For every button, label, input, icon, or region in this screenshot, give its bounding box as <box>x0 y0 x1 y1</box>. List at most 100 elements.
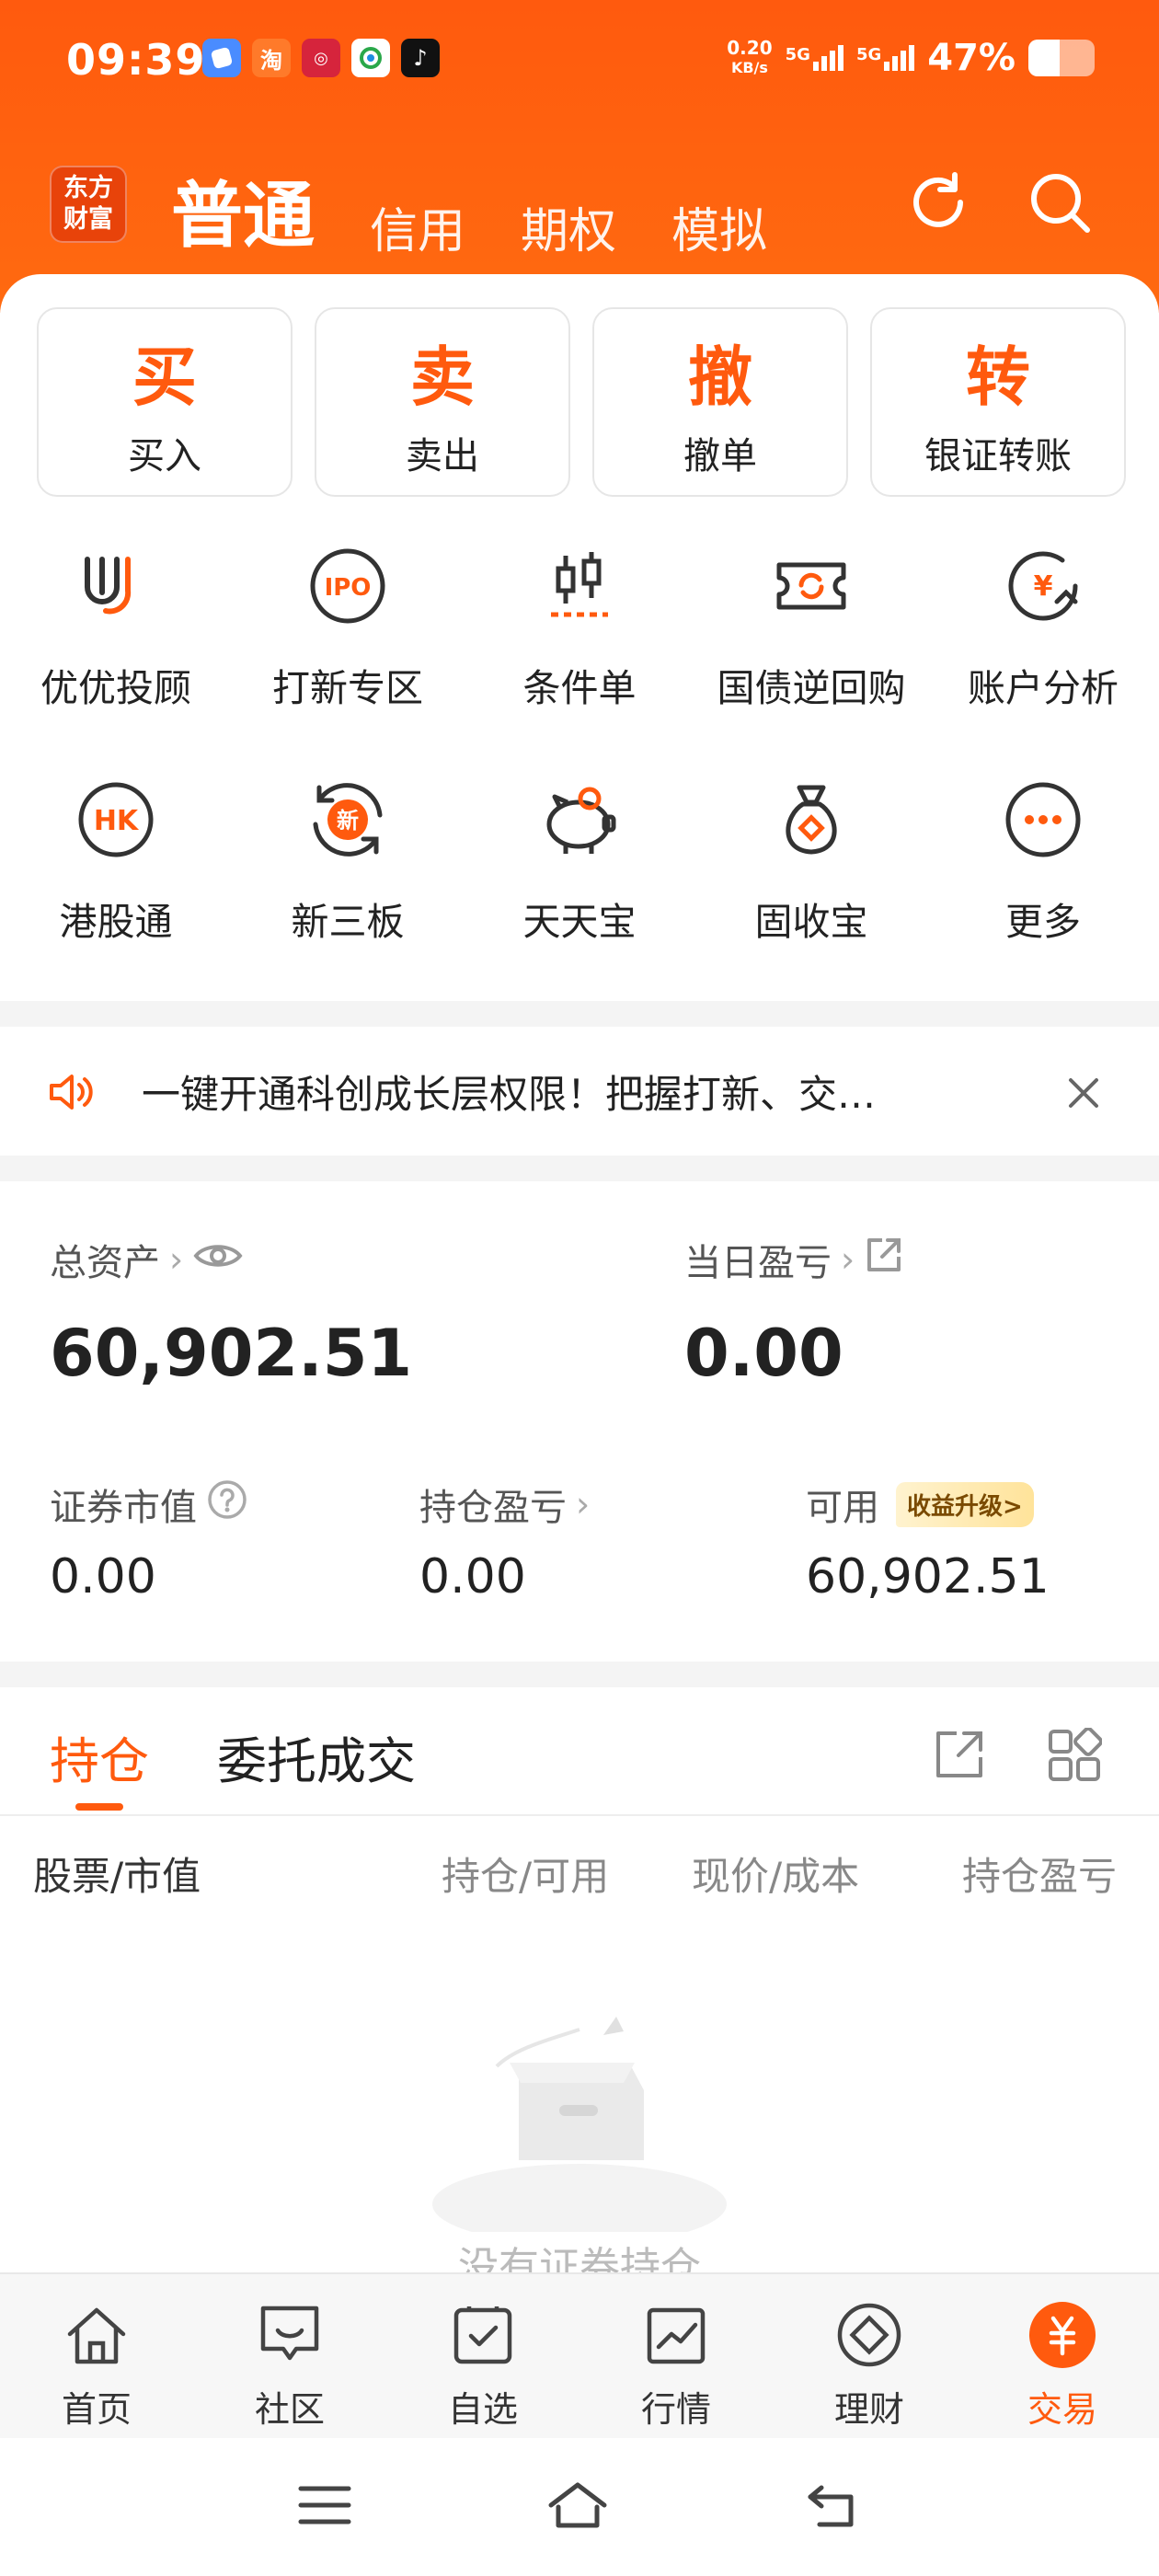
refresh-icon[interactable] <box>901 166 975 239</box>
cancel-order-label: 撤单 <box>683 434 757 477</box>
tiktok-notification-icon: ♪ <box>401 39 440 77</box>
search-icon[interactable] <box>1023 166 1096 239</box>
shortcut-uu-advisor[interactable]: 优优投顾 <box>0 528 232 762</box>
tab-positions[interactable]: 持仓 <box>50 1720 149 1793</box>
divider <box>0 1814 1159 1816</box>
shortcut-gushoubao[interactable]: 固收宝 <box>695 762 927 995</box>
shortcut-ipo-zone[interactable]: IPO 打新专区 <box>232 528 464 762</box>
shortcut-label: 国债逆回购 <box>717 666 906 710</box>
buy-label: 买入 <box>128 434 201 477</box>
column-price-cost: 现价/成本 <box>692 1854 860 1899</box>
position-pl-value: 0.00 <box>419 1549 526 1604</box>
shortcut-label: 条件单 <box>522 666 637 710</box>
shortcut-account-analysis[interactable]: ¥ 账户分析 <box>927 528 1159 762</box>
help-icon[interactable] <box>206 1478 248 1530</box>
cancel-order-button[interactable]: 撤 撤单 <box>592 307 848 497</box>
buy-glyph: 买 <box>132 339 197 415</box>
shortcut-label: 优优投顾 <box>40 666 191 710</box>
eye-icon[interactable] <box>192 1238 244 1281</box>
buy-button[interactable]: 买 买入 <box>37 307 293 497</box>
more-icon <box>993 769 1094 870</box>
share-icon[interactable] <box>864 1235 904 1284</box>
notice-text: 一键开通科创成长层权限！把握打新、交… <box>142 1071 877 1117</box>
network-type-2: 5G <box>855 45 882 64</box>
available-label: 可用 <box>806 1487 879 1529</box>
export-icon[interactable] <box>933 1728 986 1785</box>
bank-transfer-button[interactable]: 转 银证转账 <box>870 307 1126 497</box>
taobao-notification-icon: 淘 <box>252 39 291 77</box>
network-type-1: 5G <box>785 45 810 64</box>
total-assets-value: 60,902.51 <box>50 1316 413 1391</box>
signal-icon-1: 5G <box>786 45 843 71</box>
eastmoney-logo: 东方 财富 <box>50 166 127 243</box>
nav-watchlist[interactable]: 自选 <box>386 2274 580 2438</box>
home-button-icon[interactable] <box>545 2479 610 2535</box>
status-indicators: 0.20 KB/s 5G 5G 47% <box>727 37 1095 79</box>
shopping-notification-icon: ◎ <box>302 39 340 77</box>
nav-community[interactable]: 社区 <box>193 2274 386 2438</box>
sell-button[interactable]: 卖 卖出 <box>315 307 570 497</box>
money-bag-icon <box>761 769 862 870</box>
nav-wealth[interactable]: 理财 <box>773 2274 966 2438</box>
shortcut-label: 新三板 <box>291 900 405 944</box>
speaker-icon <box>48 1073 94 1115</box>
column-stock-value: 股票/市值 <box>33 1846 201 1902</box>
app-header: 09:39 淘 ◎ ♪ 0.20 KB/s 5G 5G 47% 东方 财富 普通… <box>0 0 1159 313</box>
shortcut-hk-connect[interactable]: HK 港股通 <box>0 762 232 995</box>
shortcut-conditional-order[interactable]: 条件单 <box>464 528 695 762</box>
chevron-right-icon: › <box>576 1484 591 1524</box>
shortcut-new-third-board[interactable]: 新 新三板 <box>232 762 464 995</box>
position-pl-label: 持仓盈亏 <box>419 1487 567 1529</box>
battery-percent: 47% <box>927 37 1016 79</box>
tab-options[interactable]: 期权 <box>521 192 616 261</box>
nav-label: 交易 <box>1027 2389 1097 2430</box>
yield-upgrade-badge[interactable]: 收益升级> <box>896 1481 1034 1527</box>
cancel-order-glyph: 撤 <box>688 339 752 415</box>
tab-credit[interactable]: 信用 <box>370 192 465 261</box>
close-icon[interactable] <box>1065 1075 1102 1115</box>
tab-normal[interactable]: 普通 <box>171 158 315 261</box>
column-stock-value-label: 股票/市值 <box>33 1854 201 1899</box>
position-pl-label-row[interactable]: 持仓盈亏 › <box>419 1478 590 1531</box>
available-value: 60,902.51 <box>806 1549 1050 1604</box>
shortcut-more[interactable]: 更多 <box>927 762 1159 995</box>
battery-level <box>1028 40 1060 76</box>
menu-icon[interactable] <box>297 2483 352 2531</box>
holdings-panel: 持仓 委托成交 股票/市值 持仓/可用 现价/成本 持仓盈亏 没有证券持仓 <box>0 1687 1159 2291</box>
bank-transfer-label: 银证转账 <box>924 434 1072 477</box>
battery-icon <box>1028 40 1095 76</box>
available-label-row: 可用 收益升级> <box>806 1478 1034 1531</box>
column-position-pl: 持仓盈亏 <box>962 1854 1118 1899</box>
tab-orders-trades[interactable]: 委托成交 <box>217 1720 416 1793</box>
hk-icon: HK <box>65 769 166 870</box>
daily-pl-value: 0.00 <box>684 1316 843 1391</box>
shortcut-label: 账户分析 <box>968 666 1119 710</box>
back-icon[interactable] <box>803 2480 862 2534</box>
nav-trade[interactable]: 交易 <box>966 2274 1159 2438</box>
status-bar: 09:39 淘 ◎ ♪ 0.20 KB/s 5G 5G 47% <box>0 0 1159 129</box>
shortcut-grid: 优优投顾 IPO 打新专区 条件单 国债逆回购 ¥ 账户分析 HK 港股通 新 … <box>0 528 1159 995</box>
grid-view-icon[interactable] <box>1047 1727 1103 1787</box>
network-speed: 0.20 KB/s <box>727 38 772 78</box>
notice-banner[interactable]: 一键开通科创成长层权限！把握打新、交… <box>0 1027 1159 1156</box>
tab-simulation[interactable]: 模拟 <box>671 192 767 261</box>
column-position-available: 持仓/可用 <box>442 1854 610 1899</box>
nav-label: 社区 <box>254 2389 325 2430</box>
nav-market[interactable]: 行情 <box>580 2274 773 2438</box>
nav-home[interactable]: 首页 <box>0 2274 193 2438</box>
nav-label: 行情 <box>640 2389 711 2430</box>
hk-icon-text: HK <box>94 805 140 837</box>
yuan-chart-icon: ¥ <box>993 535 1094 637</box>
ipo-icon: IPO <box>297 535 398 637</box>
shortcut-label: 港股通 <box>59 900 173 944</box>
ipo-icon-text: IPO <box>325 574 372 602</box>
total-assets-label-row[interactable]: 总资产 › <box>50 1233 244 1286</box>
daily-pl-label-row[interactable]: 当日盈亏 › <box>684 1233 904 1286</box>
total-assets-label: 总资产 <box>50 1242 160 1284</box>
shortcut-label: 打新专区 <box>272 666 423 710</box>
shortcut-label: 固收宝 <box>754 900 868 944</box>
market-value-label-row[interactable]: 证券市值 <box>50 1478 248 1531</box>
shortcut-reverse-repo[interactable]: 国债逆回购 <box>695 528 927 762</box>
market-value: 0.00 <box>50 1549 156 1604</box>
shortcut-tiantianbao[interactable]: 天天宝 <box>464 762 695 995</box>
